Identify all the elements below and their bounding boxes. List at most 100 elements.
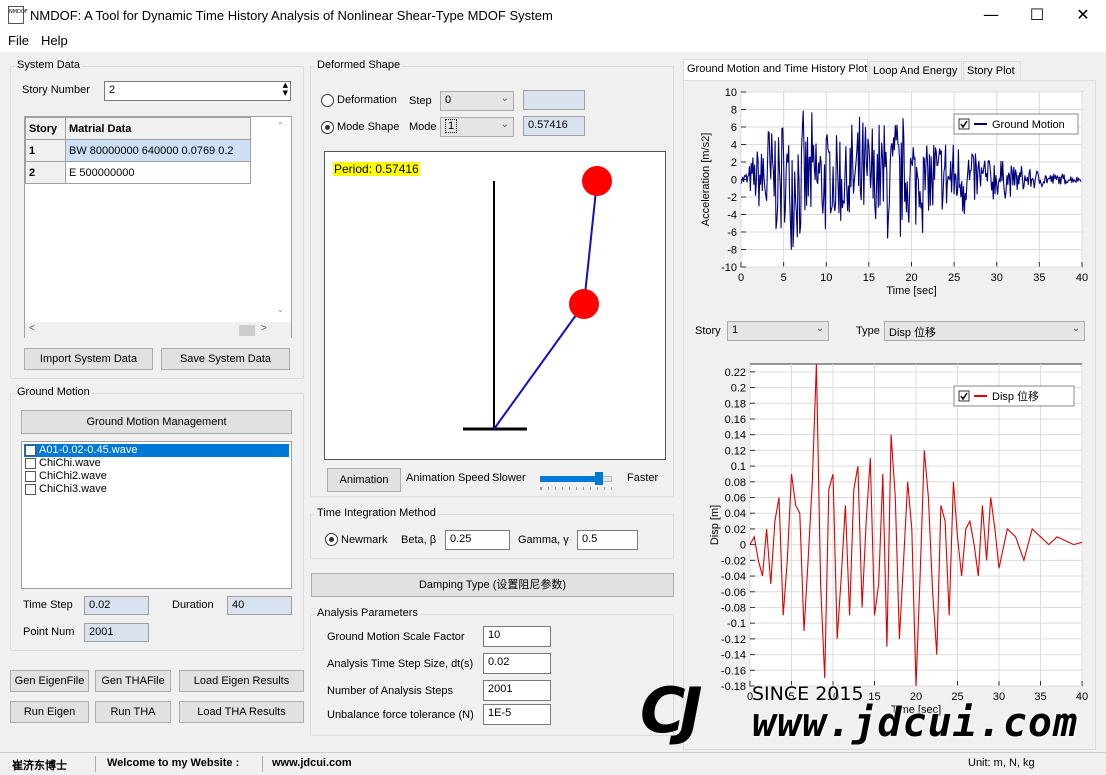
- material-table: Story Matrial Data 1 BW 80000000 640000 0.…: [25, 117, 251, 184]
- y-tick-label: -0.02: [721, 555, 746, 567]
- deformation-label[interactable]: Deformation: [337, 94, 397, 106]
- checkbox[interactable]: [25, 445, 36, 456]
- beta-label: Beta, β: [401, 534, 437, 546]
- story-select[interactable]: 1 ⌄: [727, 321, 829, 341]
- app-icon: NMDOF: [8, 6, 28, 24]
- save-system-data-button[interactable]: Save System Data: [161, 348, 290, 370]
- chevron-down-icon: ⌄: [500, 119, 509, 130]
- ground-motion-list: A01-0.02-0.45.wave ChiChi.wave ChiChi2.w…: [21, 441, 292, 589]
- speed-slider[interactable]: [538, 469, 614, 491]
- beta-input[interactable]: 0.25: [445, 530, 510, 550]
- y-tick-label: 0.06: [725, 493, 746, 505]
- type-select[interactable]: Disp 位移 ⌄: [884, 321, 1085, 341]
- animation-button[interactable]: Animation: [327, 468, 401, 492]
- scroll-right-icon[interactable]: >: [261, 323, 267, 334]
- gen-eigen-file-button[interactable]: Gen EigenFile: [10, 670, 89, 692]
- tab-loop-energy[interactable]: Loop And Energy: [869, 61, 962, 80]
- x-tick-label: 35: [1033, 272, 1045, 284]
- y-axis-label: Disp [m]: [709, 505, 721, 545]
- minimize-button[interactable]: —: [968, 0, 1014, 30]
- status-website[interactable]: www.jdcui.com: [272, 757, 352, 769]
- x-tick-label: 40: [1076, 272, 1088, 284]
- table-header-material: Matrial Data: [65, 117, 251, 140]
- scroll-left-icon[interactable]: <: [29, 323, 35, 334]
- y-tick-label: -2: [727, 192, 737, 204]
- step-select[interactable]: 0 ⌄: [440, 91, 514, 111]
- list-item[interactable]: ChiChi3.wave: [39, 483, 107, 495]
- deformation-radio[interactable]: [321, 94, 334, 107]
- list-item[interactable]: A01-0.02-0.45.wave: [39, 444, 137, 456]
- slower-label: Slower: [492, 472, 526, 484]
- close-button[interactable]: ✕: [1060, 0, 1106, 30]
- gamma-input[interactable]: 0.5: [577, 530, 638, 550]
- y-tick-label: -10: [721, 262, 737, 274]
- legend-label: Disp 位移: [992, 389, 1039, 403]
- mode-label: Mode: [409, 121, 437, 133]
- scroll-thumb[interactable]: [239, 325, 255, 336]
- tab-ground-motion-plot[interactable]: Ground Motion and Time History Plot: [683, 59, 868, 81]
- table-row[interactable]: 1 BW 80000000 640000 0.0769 0.2: [25, 139, 251, 162]
- time-integration-group: Time Integration Method Newmark Beta, β …: [310, 507, 674, 559]
- x-tick-label: 20: [905, 272, 917, 284]
- scale-factor-label: Ground Motion Scale Factor: [327, 631, 465, 643]
- run-eigen-button[interactable]: Run Eigen: [10, 701, 89, 723]
- y-tick-label: -8: [727, 245, 737, 257]
- horizontal-scrollbar[interactable]: < >: [25, 322, 291, 338]
- slider-thumb[interactable]: [595, 472, 604, 485]
- load-eigen-results-button[interactable]: Load Eigen Results: [179, 670, 304, 692]
- table-row[interactable]: 2E 500000000: [25, 161, 251, 184]
- step-value-field: [523, 90, 585, 110]
- duration-label: Duration: [172, 599, 214, 611]
- spinner-icon[interactable]: ▲ ▼: [283, 82, 288, 97]
- damping-type-button[interactable]: Damping Type (设置阻尼参数): [311, 573, 674, 597]
- menu-help[interactable]: Help: [41, 33, 68, 48]
- tolerance-input[interactable]: 1E-5: [483, 704, 551, 725]
- mode-shape-radio[interactable]: [321, 121, 334, 134]
- y-tick-label: -0.04: [721, 571, 746, 583]
- mode-shape-label[interactable]: Mode Shape: [337, 121, 399, 133]
- mode-select[interactable]: 1 ⌄: [440, 117, 514, 137]
- system-data-group: System Data Story Number 2 ▲ ▼ Story Matri…: [10, 59, 304, 379]
- y-tick-label: -0.08: [721, 602, 746, 614]
- analysis-parameters-group: Analysis Parameters Ground Motion Scale …: [310, 607, 674, 736]
- checkbox[interactable]: [25, 484, 36, 495]
- checkbox[interactable]: [25, 471, 36, 482]
- legend-checkbox: [958, 118, 970, 130]
- ground-motion-management-button[interactable]: Ground Motion Management: [21, 410, 292, 434]
- time-step-size-input[interactable]: 0.02: [483, 653, 551, 674]
- time-step-size-label: Analysis Time Step Size, dt(s): [327, 658, 474, 670]
- story-number-input[interactable]: 2 ▲ ▼: [104, 81, 291, 101]
- chevron-down-icon: ⌄: [815, 323, 824, 334]
- y-tick-label: 2: [731, 157, 737, 169]
- analysis-steps-label: Number of Analysis Steps: [327, 685, 453, 697]
- y-tick-label: 0: [731, 175, 737, 187]
- point-num-field: 2001: [84, 623, 149, 642]
- run-tha-button[interactable]: Run THA: [95, 701, 171, 723]
- list-item[interactable]: ChiChi.wave: [39, 457, 101, 469]
- import-system-data-button[interactable]: Import System Data: [24, 348, 153, 370]
- window-title: NMDOF: A Tool for Dynamic Time History A…: [30, 8, 553, 23]
- menu-file[interactable]: File: [8, 33, 29, 48]
- story-number-label: Story Number: [22, 84, 90, 96]
- scroll-down-icon[interactable]: ⌄: [277, 305, 284, 314]
- tolerance-label: Unbalance force tolerance (N): [327, 709, 474, 721]
- y-tick-label: 8: [731, 105, 737, 117]
- ground-motion-group: Ground Motion Ground Motion Management A…: [10, 386, 304, 651]
- gen-tha-file-button[interactable]: Gen THAFile: [95, 670, 171, 692]
- newmark-label[interactable]: Newmark: [341, 534, 387, 546]
- ground-motion-label: Ground Motion: [15, 386, 92, 398]
- scale-factor-input[interactable]: 10: [483, 626, 551, 647]
- tab-story-plot[interactable]: Story Plot: [963, 61, 1021, 80]
- list-item[interactable]: ChiChi2.wave: [39, 470, 107, 482]
- y-tick-label: -4: [727, 210, 737, 222]
- x-axis-label: Time [sec]: [886, 285, 936, 297]
- maximize-button[interactable]: ☐: [1014, 0, 1060, 30]
- load-tha-results-button[interactable]: Load THA Results: [179, 701, 304, 723]
- scroll-up-icon[interactable]: ⌃: [277, 121, 284, 130]
- newmark-radio[interactable]: [325, 533, 338, 546]
- analysis-steps-input[interactable]: 2001: [483, 680, 551, 701]
- chevron-down-icon: ⌄: [500, 93, 509, 104]
- status-bar: 崔济东博士 Welcome to my Website : www.jdcui.…: [0, 752, 1106, 775]
- checkbox[interactable]: [25, 458, 36, 469]
- status-separator: [262, 756, 263, 772]
